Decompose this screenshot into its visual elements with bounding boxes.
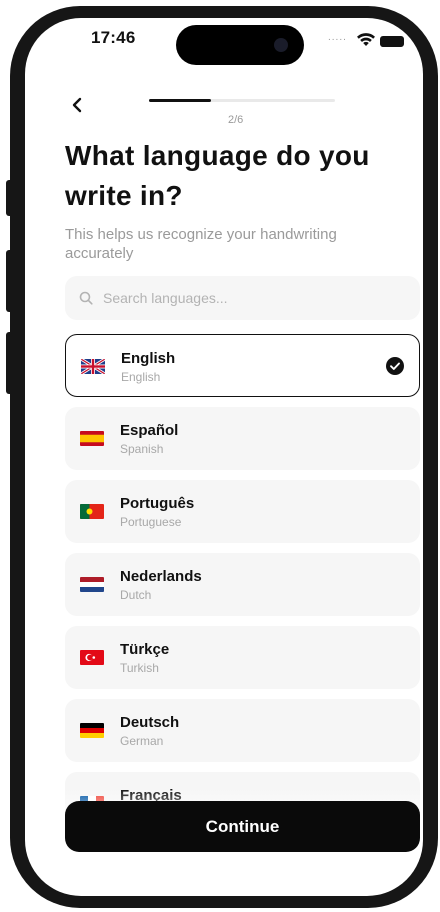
language-english-name: German	[120, 734, 164, 748]
germany-flag-icon	[80, 723, 104, 738]
signal-icon: .....	[328, 32, 347, 43]
language-english-name: Spanish	[120, 442, 164, 456]
search-bar[interactable]	[65, 276, 420, 320]
checkmark-icon	[386, 357, 404, 375]
language-list[interactable]: English English Español Spanish Português Por…	[65, 334, 420, 814]
page-title: What language do you write in?	[65, 140, 370, 211]
turkey-flag-icon	[80, 650, 104, 665]
spain-flag-icon	[80, 431, 104, 446]
language-english-name: Portuguese	[120, 515, 182, 529]
language-native-name: Nederlands	[120, 568, 202, 585]
camera-icon	[274, 38, 288, 52]
page-subtitle: This helps us recognize your handwriting…	[65, 226, 337, 262]
language-option[interactable]: Nederlands Dutch	[65, 553, 420, 616]
language-option[interactable]: Türkçe Turkish	[65, 626, 420, 689]
language-option[interactable]: Português Portuguese	[65, 480, 420, 543]
language-option[interactable]: Deutsch German	[65, 699, 420, 762]
language-english-name: English	[121, 370, 161, 384]
language-english-name: Turkish	[120, 661, 159, 675]
language-option[interactable]: Español Spanish	[65, 407, 420, 470]
continue-button[interactable]: Continue	[65, 801, 420, 852]
language-option[interactable]: English English	[65, 334, 420, 397]
step-indicator: 2/6	[228, 114, 244, 126]
portugal-flag-icon	[80, 504, 104, 519]
status-time: 17:46	[91, 28, 136, 47]
phone-screen-wrap: 17:46 ..... 2/6 What language do you wri…	[10, 6, 438, 908]
search-input[interactable]	[103, 290, 383, 306]
language-native-name: Español	[120, 422, 179, 439]
progress-bar	[149, 99, 335, 102]
dynamic-island	[176, 25, 304, 65]
battery-icon	[380, 36, 404, 47]
back-button[interactable]	[65, 92, 89, 118]
language-english-name: Dutch	[120, 588, 152, 602]
language-native-name: Português	[120, 495, 195, 512]
wifi-icon	[357, 33, 375, 46]
language-native-name: English	[121, 350, 176, 367]
search-icon	[79, 291, 93, 305]
language-native-name: Deutsch	[120, 714, 180, 731]
uk-flag-icon	[81, 359, 105, 374]
netherlands-flag-icon	[80, 577, 104, 592]
language-native-name: Türkçe	[120, 641, 170, 658]
phone-screen: 17:46 ..... 2/6 What language do you wri…	[25, 18, 423, 896]
chevron-left-icon	[72, 97, 82, 113]
progress-fill	[149, 99, 211, 102]
